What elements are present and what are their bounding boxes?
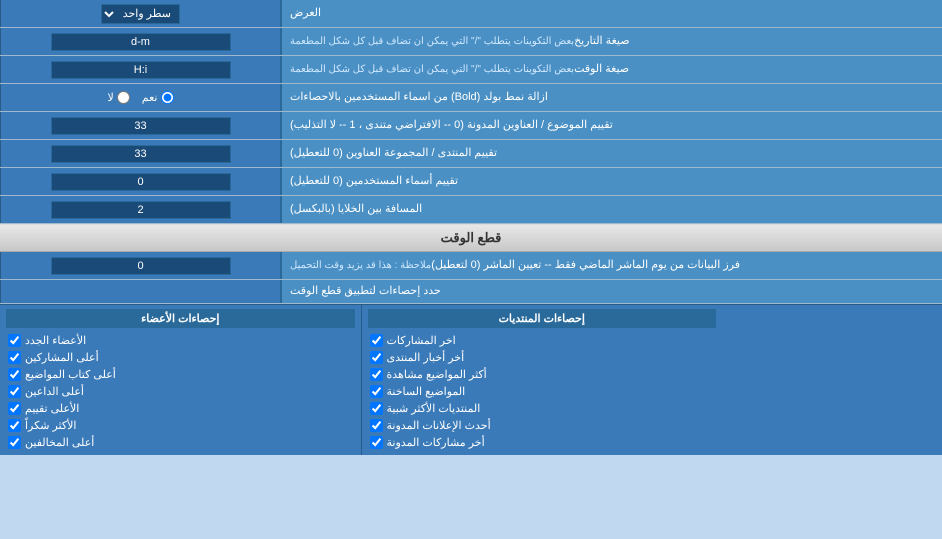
distance-input-cell bbox=[0, 196, 280, 223]
distance-label: المسافة بين الخلايا (بالبكسل) bbox=[280, 196, 942, 223]
usernames-input-cell bbox=[0, 168, 280, 195]
distance-row: المسافة بين الخلايا (بالبكسل) bbox=[0, 196, 942, 224]
cb-forum-news-input[interactable] bbox=[370, 351, 383, 364]
cb-top-posters: أعلى المشاركين bbox=[6, 349, 355, 366]
usernames-label: تقييم أسماء المستخدمين (0 للتعطيل) bbox=[280, 168, 942, 195]
cb-blog-posts-input[interactable] bbox=[370, 436, 383, 449]
date-format-input-cell bbox=[0, 28, 280, 55]
stats-forums-column: إحصاءات المنتديات اخر المشاركات أخر أخبا… bbox=[361, 305, 723, 455]
display-input-cell: سطر واحد سطران bbox=[0, 0, 280, 27]
time-format-input[interactable] bbox=[51, 61, 231, 79]
time-format-row: صيغة الوقت بعض التكوينات يتطلب "/" التي … bbox=[0, 56, 942, 84]
cb-forum-news: أخر أخبار المنتدى bbox=[368, 349, 717, 366]
usernames-row: تقييم أسماء المستخدمين (0 للتعطيل) bbox=[0, 168, 942, 196]
topic-title-input-cell bbox=[0, 112, 280, 139]
cb-last-posts-input[interactable] bbox=[370, 334, 383, 347]
display-row: العرض سطر واحد سطران bbox=[0, 0, 942, 28]
cb-most-thanks: الأكثر شكراً bbox=[6, 417, 355, 434]
cb-similar-forums: المنتديات الأكثر شبية bbox=[368, 400, 717, 417]
cb-most-viewed-input[interactable] bbox=[370, 368, 383, 381]
cb-similar-forums-input[interactable] bbox=[370, 402, 383, 415]
cb-top-rated: الأعلى تقييم bbox=[6, 400, 355, 417]
stats-empty-col bbox=[722, 305, 942, 455]
cb-new-members: الأعضاء الجدد bbox=[6, 332, 355, 349]
cb-top-topic-writers: أعلى كتاب المواضيع bbox=[6, 366, 355, 383]
cb-most-viewed: أكثر المواضيع مشاهدة bbox=[368, 366, 717, 383]
radio-yes-label[interactable]: نعم bbox=[142, 91, 174, 104]
cb-top-topic-writers-input[interactable] bbox=[8, 368, 21, 381]
time-format-label: صيغة الوقت بعض التكوينات يتطلب "/" التي … bbox=[280, 56, 942, 83]
date-format-input[interactable] bbox=[51, 33, 231, 51]
stats-members-title: إحصاءات الأعضاء bbox=[6, 309, 355, 328]
cb-most-thanks-input[interactable] bbox=[8, 419, 21, 432]
stats-columns-wrapper: إحصاءات المنتديات اخر المشاركات أخر أخبا… bbox=[0, 304, 942, 455]
stats-members-column: إحصاءات الأعضاء الأعضاء الجدد أعلى المشا… bbox=[0, 305, 361, 455]
cb-blog-posts: أخر مشاركات المدونة bbox=[368, 434, 717, 451]
usernames-input[interactable] bbox=[51, 173, 231, 191]
topic-title-row: تقييم الموضوع / العناوين المدونة (0 -- ا… bbox=[0, 112, 942, 140]
forum-group-input[interactable] bbox=[51, 145, 231, 163]
date-format-label: صيغة التاريخ بعض التكوينات يتطلب "/" الت… bbox=[280, 28, 942, 55]
stats-apply-row: حدد إحصاءات لتطبيق قطع الوقت bbox=[0, 280, 942, 304]
radio-no[interactable] bbox=[117, 91, 130, 104]
bold-remove-label: ازالة نمط بولد (Bold) من اسماء المستخدمي… bbox=[280, 84, 942, 111]
cutoff-label: فرز البيانات من يوم الماشر الماضي فقط --… bbox=[280, 252, 942, 279]
forum-group-input-cell bbox=[0, 140, 280, 167]
time-format-input-cell bbox=[0, 56, 280, 83]
stats-forums-title: إحصاءات المنتديات bbox=[368, 309, 717, 328]
radio-no-label[interactable]: لا bbox=[108, 91, 130, 104]
cb-top-violators: أعلى المخالفين bbox=[6, 434, 355, 451]
cb-hot-topics: المواضيع الساخنة bbox=[368, 383, 717, 400]
main-container: العرض سطر واحد سطران صيغة التاريخ بعض ال… bbox=[0, 0, 942, 455]
cutoff-input[interactable] bbox=[51, 257, 231, 275]
display-select[interactable]: سطر واحد سطران bbox=[101, 4, 180, 24]
bold-remove-row: ازالة نمط بولد (Bold) من اسماء المستخدمي… bbox=[0, 84, 942, 112]
cb-top-inviters: أعلى الداعين bbox=[6, 383, 355, 400]
cutoff-input-cell bbox=[0, 252, 280, 279]
cb-top-rated-input[interactable] bbox=[8, 402, 21, 415]
cutoff-section-header: قطع الوقت bbox=[0, 224, 942, 252]
forum-group-row: تقييم المنتدى / المجموعة العناوين (0 للت… bbox=[0, 140, 942, 168]
cb-hot-topics-input[interactable] bbox=[370, 385, 383, 398]
topic-title-input[interactable] bbox=[51, 117, 231, 135]
topic-title-label: تقييم الموضوع / العناوين المدونة (0 -- ا… bbox=[280, 112, 942, 139]
display-label: العرض bbox=[280, 0, 942, 27]
cb-top-violators-input[interactable] bbox=[8, 436, 21, 449]
cb-top-inviters-input[interactable] bbox=[8, 385, 21, 398]
date-format-row: صيغة التاريخ بعض التكوينات يتطلب "/" الت… bbox=[0, 28, 942, 56]
bold-remove-input-cell: نعم لا bbox=[0, 84, 280, 111]
cb-latest-announcements-input[interactable] bbox=[370, 419, 383, 432]
cb-top-posters-input[interactable] bbox=[8, 351, 21, 364]
distance-input[interactable] bbox=[51, 201, 231, 219]
radio-yes[interactable] bbox=[161, 91, 174, 104]
cb-new-members-input[interactable] bbox=[8, 334, 21, 347]
cutoff-row: فرز البيانات من يوم الماشر الماضي فقط --… bbox=[0, 252, 942, 280]
cb-latest-announcements: أحدث الإعلانات المدونة bbox=[368, 417, 717, 434]
forum-group-label: تقييم المنتدى / المجموعة العناوين (0 للت… bbox=[280, 140, 942, 167]
bold-radio-group: نعم لا bbox=[100, 91, 182, 104]
cb-last-posts: اخر المشاركات bbox=[368, 332, 717, 349]
stats-apply-label: حدد إحصاءات لتطبيق قطع الوقت bbox=[280, 280, 942, 303]
